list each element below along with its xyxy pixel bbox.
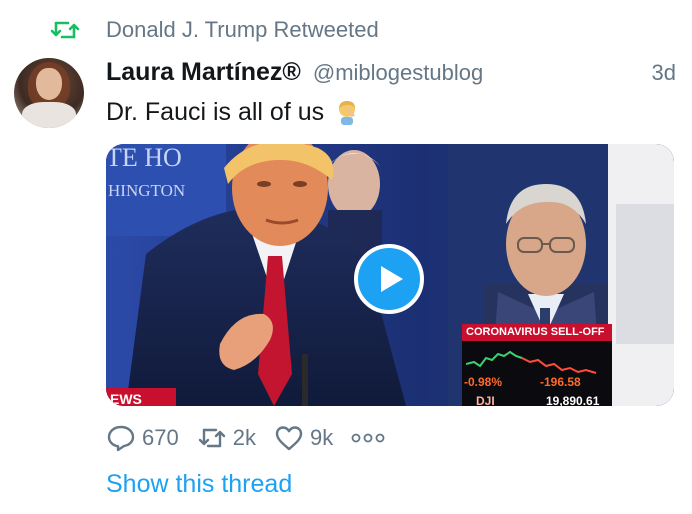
svg-text:EWS: EWS bbox=[110, 391, 142, 406]
tweet-time[interactable]: 3d bbox=[652, 60, 676, 86]
video-media[interactable]: TE HO HINGTON EWS CORONAVIRUS SELL-OFF -… bbox=[106, 144, 674, 406]
retweet-count: 2k bbox=[232, 425, 256, 450]
retweet-action-icon bbox=[198, 428, 225, 448]
retweeted-by-text[interactable]: Donald J. Trump Retweeted bbox=[106, 17, 379, 43]
svg-text:TE HO: TE HO bbox=[106, 144, 182, 172]
reply-icon bbox=[107, 425, 135, 452]
tweet-text: Dr. Fauci is all of us bbox=[106, 96, 360, 128]
like-count: 9k bbox=[309, 425, 334, 450]
author-handle[interactable]: @miblogestublog bbox=[313, 60, 483, 86]
reply-count: 670 bbox=[142, 425, 179, 450]
author-name[interactable]: Laura Martínez® bbox=[106, 58, 301, 87]
like-button[interactable]: 9k bbox=[274, 424, 333, 452]
tweet-header: Laura Martínez® @miblogestublog 3d bbox=[106, 58, 676, 92]
ticker-points: -196.58 bbox=[540, 375, 581, 389]
ticker-index: DJI bbox=[476, 394, 495, 406]
more-icon[interactable] bbox=[351, 433, 385, 443]
retweet-button[interactable]: 2k bbox=[197, 424, 256, 452]
avatar-shirt bbox=[22, 102, 76, 128]
play-button[interactable] bbox=[354, 244, 424, 314]
retweet-icon bbox=[50, 21, 80, 39]
avatar-face bbox=[36, 68, 62, 100]
ticker-percent: -0.98% bbox=[464, 375, 503, 389]
retweeted-by-row: Donald J. Trump Retweeted bbox=[50, 16, 379, 44]
reply-button[interactable]: 670 bbox=[106, 424, 179, 452]
heart-icon bbox=[275, 426, 303, 451]
person-facepalming-emoji bbox=[339, 101, 356, 125]
market-ticker: CORONAVIRUS SELL-OFF -0.98% -196.58 DJI … bbox=[462, 324, 612, 406]
tweet-text-content: Dr. Fauci is all of us bbox=[106, 97, 325, 126]
ticker-level: 19,890.61 bbox=[546, 394, 600, 406]
tweet-actions: 670 2k 9k bbox=[106, 420, 385, 456]
ticker-sparkline bbox=[466, 350, 597, 374]
show-thread-link[interactable]: Show this thread bbox=[106, 470, 292, 499]
play-icon bbox=[381, 266, 403, 292]
ticker-title: CORONAVIRUS SELL-OFF bbox=[462, 324, 612, 341]
avatar[interactable] bbox=[14, 58, 84, 128]
svg-text:HINGTON: HINGTON bbox=[108, 181, 185, 200]
